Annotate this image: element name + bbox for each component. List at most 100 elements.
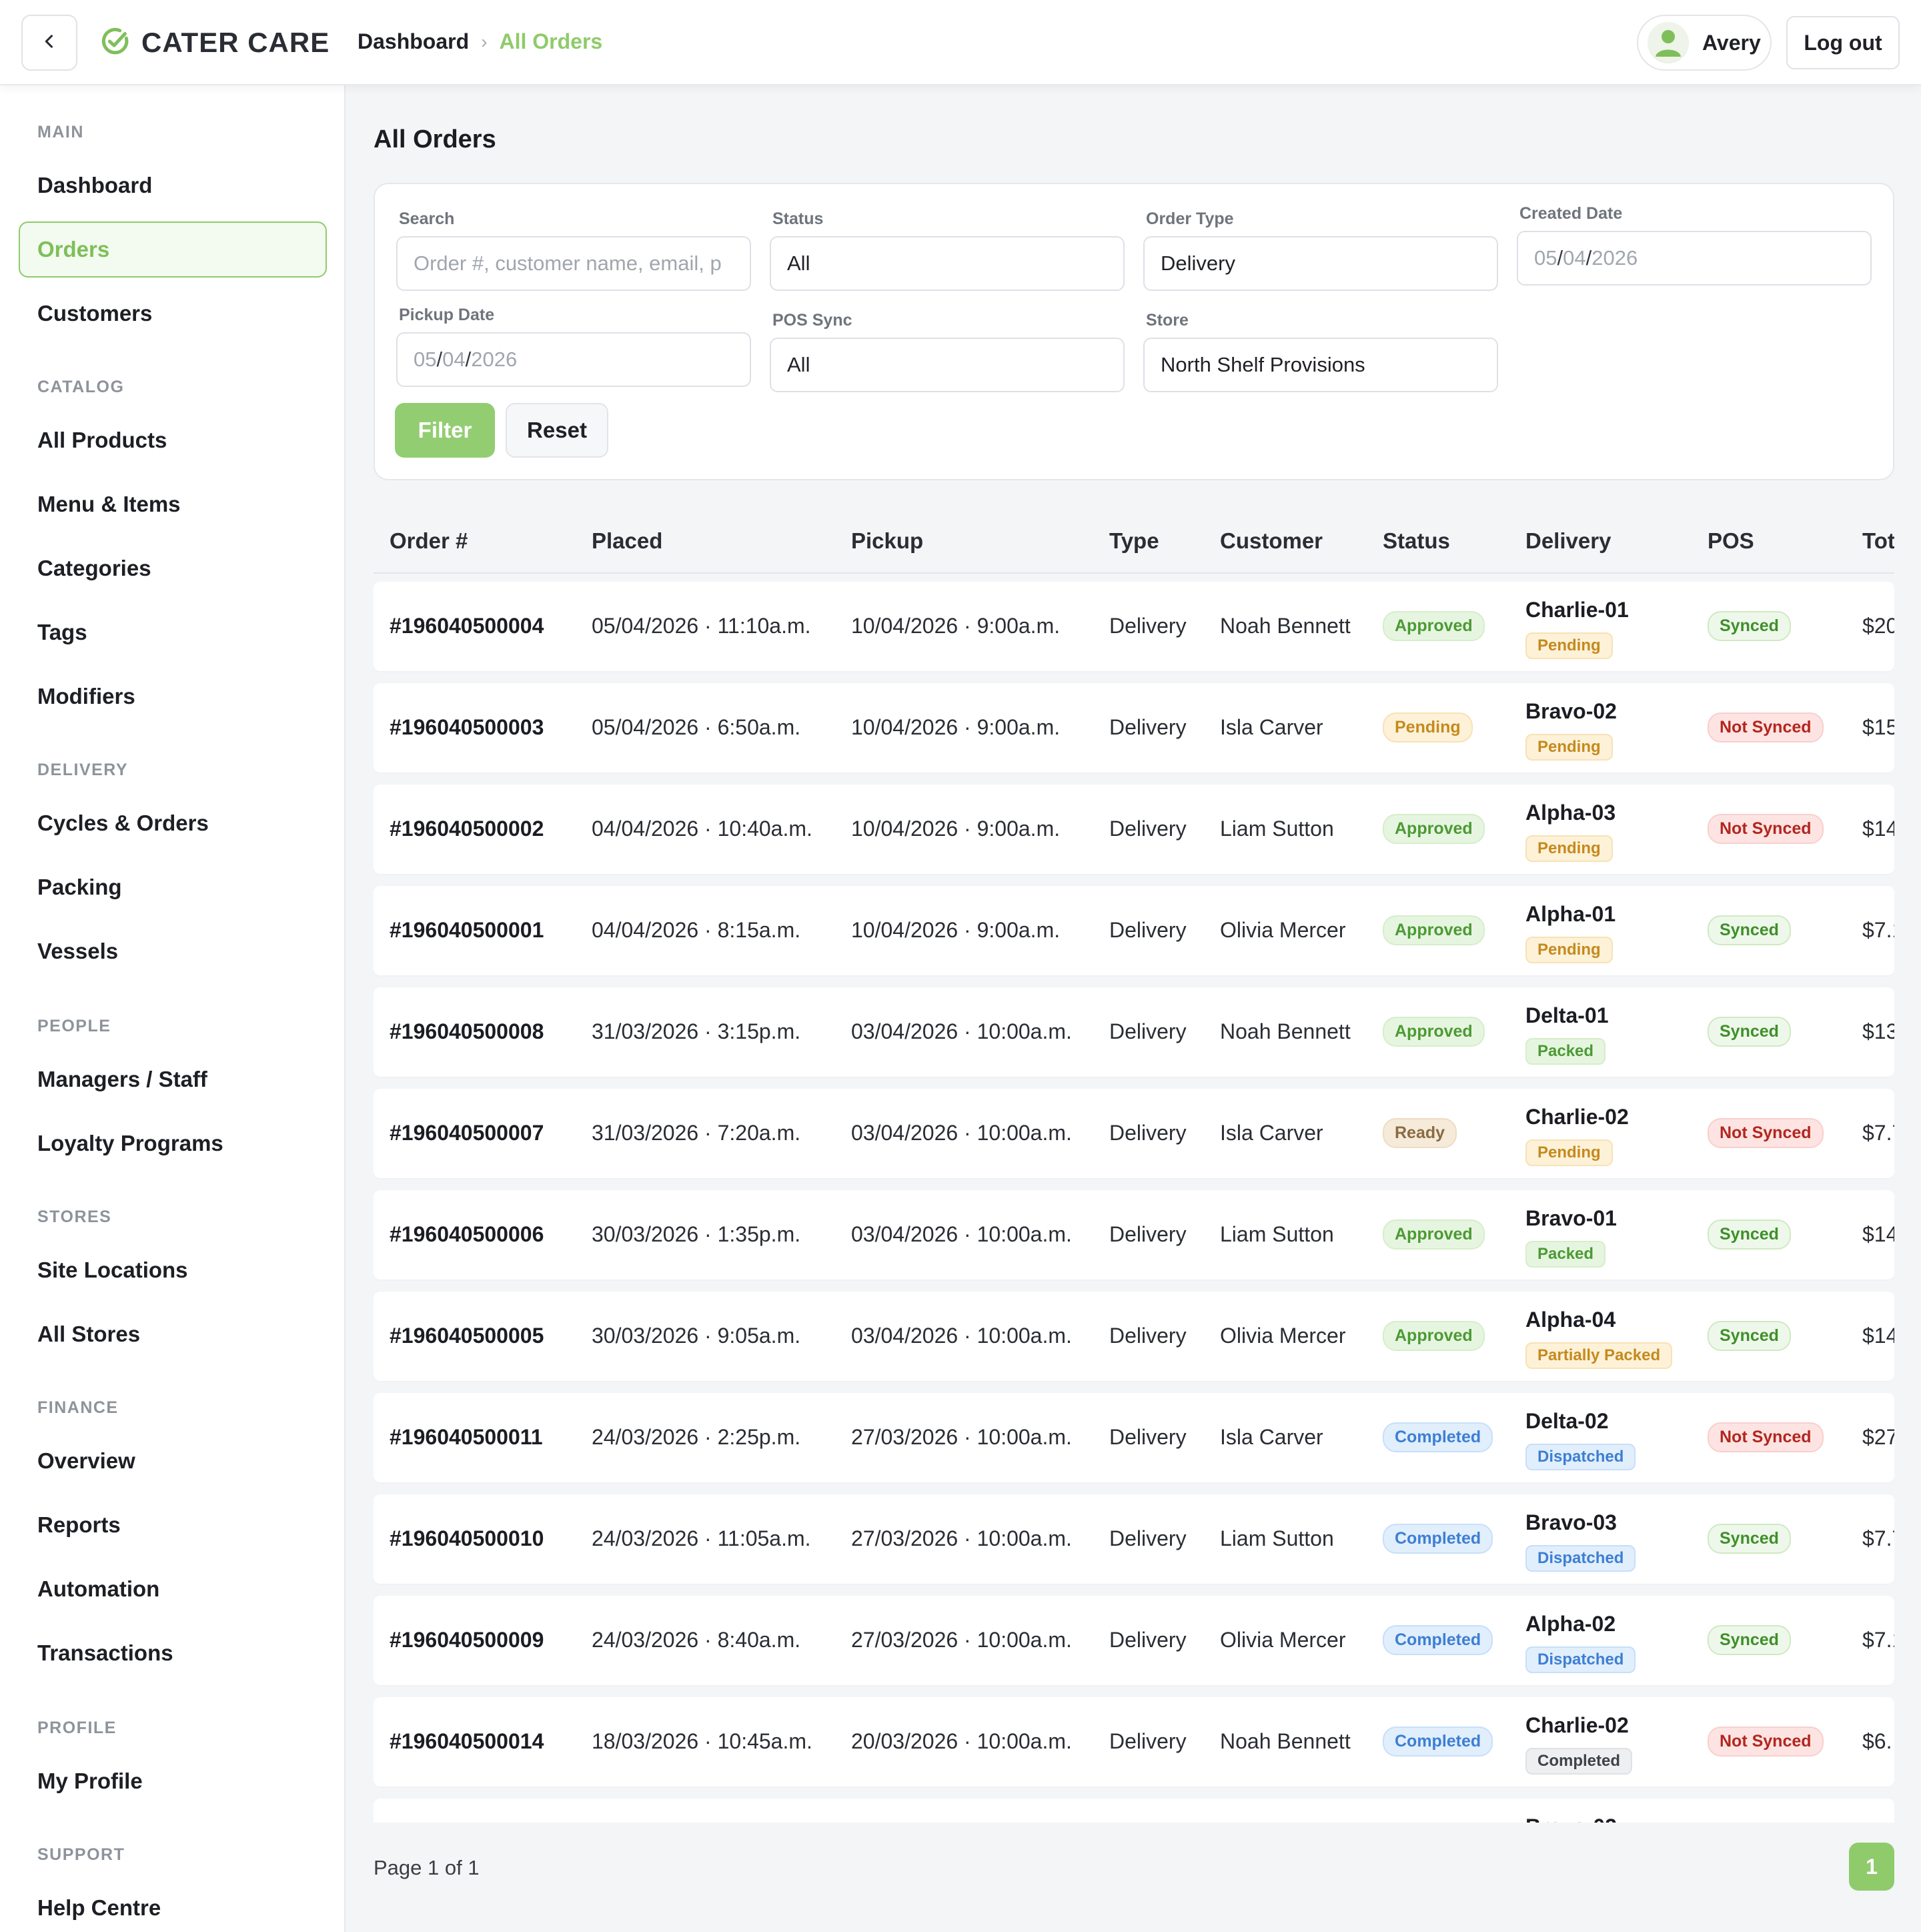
user-menu[interactable]: Avery <box>1637 15 1772 71</box>
customer-name: Isla Carver <box>1220 715 1323 739</box>
order-total: $14 <box>1862 1324 1894 1348</box>
sidebar-item-overview[interactable]: Overview <box>19 1433 327 1489</box>
placed-date: 30/03/2026 · 1:35p.m. <box>592 1222 801 1246</box>
pickup-date: 10/04/2026 · 9:00a.m. <box>851 614 1061 638</box>
column-pos[interactable]: POS <box>1708 528 1754 554</box>
delivery-vessel: Bravo-03 <box>1525 1510 1617 1534</box>
order-type-select[interactable]: Delivery <box>1143 236 1498 291</box>
table-row[interactable]: #196040500008 31/03/2026 · 3:15p.m. 03/04/… <box>374 987 1894 1077</box>
table-row[interactable]: #196040500007 31/03/2026 · 7:20a.m. 03/04/… <box>374 1089 1894 1178</box>
sidebar-item-menu-items[interactable]: Menu & Items <box>19 476 327 532</box>
sidebar-item-automation[interactable]: Automation <box>19 1561 327 1617</box>
status-select[interactable]: All <box>770 236 1125 291</box>
delivery-status-cell: Pending <box>1525 1139 1613 1166</box>
sidebar-item-categories[interactable]: Categories <box>19 540 327 596</box>
table-row[interactable]: #196040500009 24/03/2026 · 8:40a.m. 27/03/… <box>374 1596 1894 1685</box>
logout-button[interactable]: Log out <box>1786 16 1900 69</box>
reset-button[interactable]: Reset <box>506 403 608 458</box>
store-select[interactable]: North Shelf Provisions <box>1143 338 1498 392</box>
column-customer[interactable]: Customer <box>1220 528 1323 554</box>
sidebar-item-all-stores[interactable]: All Stores <box>19 1306 327 1362</box>
sidebar-item-vessels[interactable]: Vessels <box>19 923 327 979</box>
sidebar-item-modifiers[interactable]: Modifiers <box>19 668 327 724</box>
table-row[interactable]: #196040500014 18/03/2026 · 10:45a.m. 20/03… <box>374 1697 1894 1787</box>
sidebar-item-help-centre[interactable]: Help Centre <box>19 1880 327 1932</box>
order-number[interactable]: #196040500007 <box>390 1121 544 1145</box>
sidebar-item-managers-staff[interactable]: Managers / Staff <box>19 1051 327 1107</box>
delivery-status-cell: Pending <box>1525 937 1613 963</box>
order-number[interactable]: #196040500006 <box>390 1222 544 1247</box>
customer-name: Noah Bennett <box>1220 614 1351 638</box>
order-number[interactable]: #196040500005 <box>390 1324 544 1348</box>
delivery-status-cell: Packed <box>1525 1241 1606 1268</box>
back-button[interactable] <box>21 15 77 71</box>
created-date-input[interactable]: 05/04/2026 <box>1517 231 1872 286</box>
order-number[interactable]: #196040500009 <box>390 1628 544 1652</box>
filter-button[interactable]: Filter <box>395 403 495 458</box>
order-number[interactable]: #196040500003 <box>390 715 544 740</box>
sidebar-item-reports[interactable]: Reports <box>19 1497 327 1553</box>
order-number[interactable]: #196040500001 <box>390 918 544 943</box>
status-cell: Completed <box>1383 1524 1493 1554</box>
table-row[interactable]: #196040500006 30/03/2026 · 1:35p.m. 03/04/… <box>374 1190 1894 1280</box>
column-placed[interactable]: Placed <box>592 528 662 554</box>
sidebar-item-tags[interactable]: Tags <box>19 604 327 660</box>
search-input[interactable]: Order #, customer name, email, p <box>396 236 751 291</box>
sidebar-item-dashboard[interactable]: Dashboard <box>19 157 327 213</box>
column-delivery[interactable]: Delivery <box>1525 528 1611 554</box>
order-number[interactable]: #196040500010 <box>390 1526 544 1551</box>
order-total: $27 <box>1862 1425 1894 1449</box>
column-status[interactable]: Status <box>1383 528 1450 554</box>
status-badge: Completed <box>1383 1422 1493 1452</box>
delivery-vessel: Charlie-02 <box>1525 1105 1629 1129</box>
brand-logo[interactable]: CATER CARE <box>100 24 330 61</box>
delivery-status-badge: Completed <box>1525 1748 1633 1775</box>
customer-name: Olivia Mercer <box>1220 918 1346 942</box>
pickup-date-input[interactable]: 05/04/2026 <box>396 332 751 387</box>
sidebar-item-transactions[interactable]: Transactions <box>19 1625 327 1681</box>
table-row[interactable]: #196040500011 24/03/2026 · 2:25p.m. 27/03/… <box>374 1393 1894 1482</box>
sidebar: MAIN Dashboard Orders Customers CATALOG … <box>0 85 346 1932</box>
pos-sync-select[interactable]: All <box>770 338 1125 392</box>
sidebar-item-site-locations[interactable]: Site Locations <box>19 1242 327 1298</box>
placed-date: 30/03/2026 · 9:05a.m. <box>592 1324 801 1348</box>
sidebar-item-cycles-orders[interactable]: Cycles & Orders <box>19 795 327 851</box>
table-row[interactable]: #196040500004 05/04/2026 · 11:10a.m. 10/04… <box>374 582 1894 671</box>
order-number[interactable]: #196040500011 <box>390 1425 543 1450</box>
order-number[interactable]: #196040500008 <box>390 1019 544 1044</box>
order-type: Delivery <box>1109 817 1187 841</box>
column-type[interactable]: Type <box>1109 528 1159 554</box>
order-type: Delivery <box>1109 614 1187 638</box>
sidebar-item-all-products[interactable]: All Products <box>19 412 327 468</box>
pickup-date: 27/03/2026 · 10:00a.m. <box>851 1526 1072 1550</box>
table-row[interactable]: #196040500002 04/04/2026 · 10:40a.m. 10/04… <box>374 785 1894 874</box>
table-row[interactable]: #196040500010 24/03/2026 · 11:05a.m. 27/03… <box>374 1494 1894 1584</box>
status-cell: Approved <box>1383 1220 1485 1250</box>
placed-date: 24/03/2026 · 8:40a.m. <box>592 1628 801 1652</box>
order-number[interactable]: #196040500004 <box>390 614 544 638</box>
table-row[interactable]: #196040500003 05/04/2026 · 6:50a.m. 10/04/… <box>374 683 1894 773</box>
sidebar-item-packing[interactable]: Packing <box>19 859 327 915</box>
breadcrumb-dashboard[interactable]: Dashboard <box>358 29 469 54</box>
order-number[interactable]: #196040500014 <box>390 1729 544 1754</box>
delivery-status-cell: Pending <box>1525 632 1613 659</box>
sidebar-item-orders[interactable]: Orders <box>19 221 327 278</box>
sidebar-section-stores: STORES <box>37 1208 112 1226</box>
sidebar-item-loyalty-programs[interactable]: Loyalty Programs <box>19 1115 327 1171</box>
order-total: $6. <box>1862 1729 1892 1753</box>
customer-name: Liam Sutton <box>1220 1222 1334 1246</box>
page-button-1[interactable]: 1 <box>1849 1843 1894 1891</box>
order-number[interactable]: #196040500002 <box>390 817 544 841</box>
column-total[interactable]: Tot <box>1862 528 1894 554</box>
table-row[interactable]: #196040500001 04/04/2026 · 8:15a.m. 10/04/… <box>374 886 1894 975</box>
sidebar-item-customers[interactable]: Customers <box>19 286 327 342</box>
column-order[interactable]: Order # <box>390 528 468 554</box>
table-row[interactable]: Bravo-02 <box>374 1799 1894 1823</box>
status-badge: Pending <box>1383 712 1473 743</box>
column-pickup[interactable]: Pickup <box>851 528 923 554</box>
sidebar-item-my-profile[interactable]: My Profile <box>19 1753 327 1809</box>
table-header: Order # Placed Pickup Type Customer Stat… <box>374 511 1894 574</box>
order-type: Delivery <box>1109 1019 1187 1043</box>
table-row[interactable]: #196040500005 30/03/2026 · 9:05a.m. 03/04/… <box>374 1292 1894 1381</box>
pos-cell: Synced <box>1708 1220 1791 1250</box>
